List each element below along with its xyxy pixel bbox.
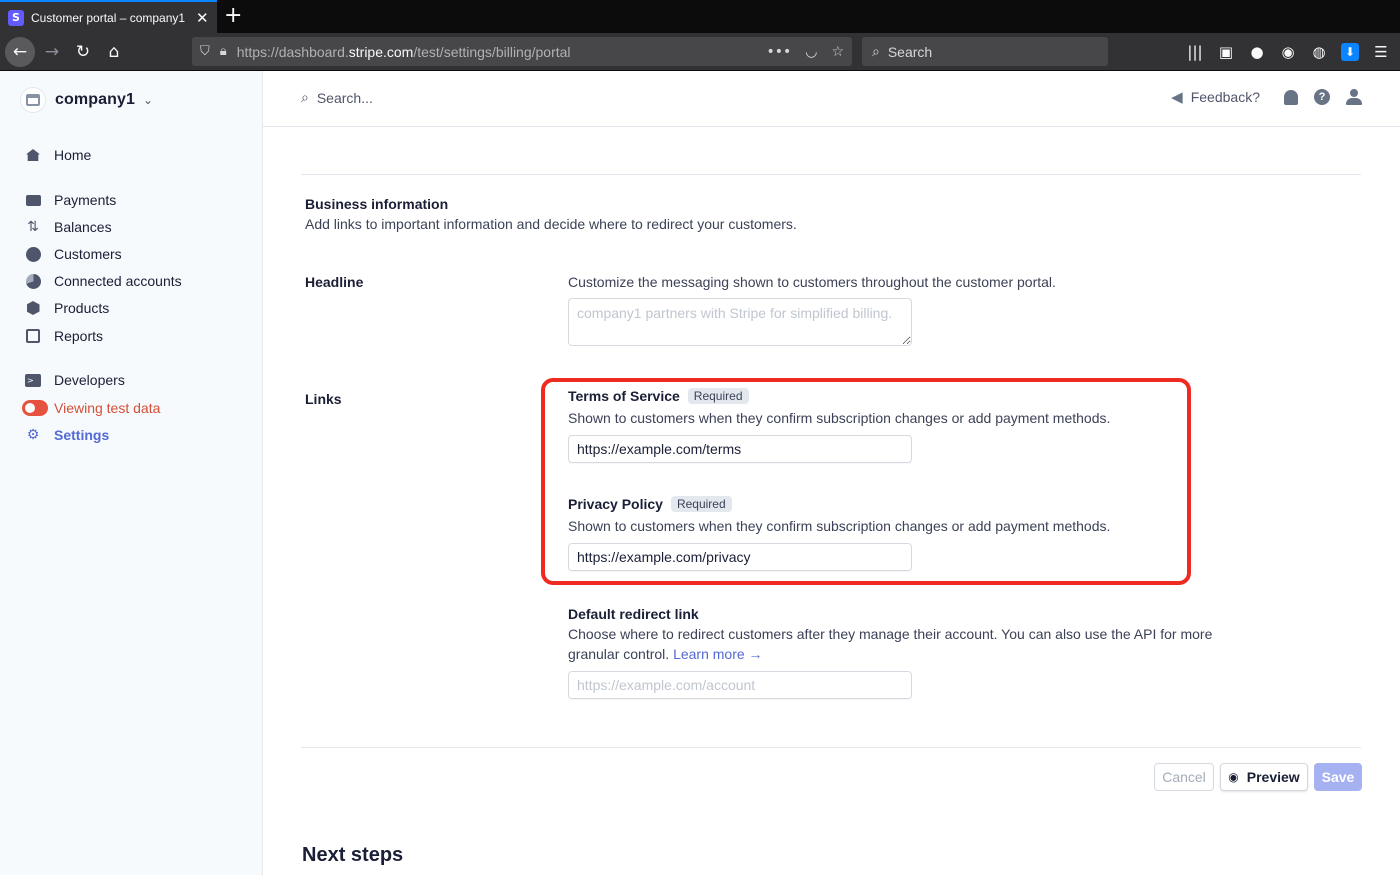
next-steps-heading: Next steps xyxy=(302,844,404,866)
preview-button[interactable]: ◉ Preview xyxy=(1220,763,1308,791)
shield-icon[interactable]: ⛉ xyxy=(200,44,210,59)
home-icon xyxy=(26,149,40,161)
stripe-favicon-icon: S xyxy=(8,9,24,26)
highlight-box xyxy=(541,378,1191,585)
sidebar-item-label: Developers xyxy=(54,372,125,388)
browser-search-bar[interactable]: ⌕ Search xyxy=(862,37,1108,66)
bell-icon[interactable] xyxy=(1284,89,1298,105)
dashboard-search[interactable]: ⌕ Search... xyxy=(301,90,373,106)
browser-tab-active[interactable]: S Customer portal – company1 – ✕ xyxy=(0,0,217,33)
sidebar-item-home[interactable]: Home xyxy=(24,145,91,165)
sidebar-item-label: Viewing test data xyxy=(54,400,161,416)
app-top-bar: ⌕ Search... ◀ Feedback? ? xyxy=(263,71,1400,127)
feedback-button[interactable]: ◀ Feedback? xyxy=(1171,88,1260,106)
report-chart-icon xyxy=(26,329,40,343)
url-prefix: https://dashboard. xyxy=(236,43,349,60)
divider xyxy=(301,747,1361,748)
account-name: company1 xyxy=(55,91,135,108)
sidebar-item-label: Connected accounts xyxy=(54,273,182,289)
bookmark-star-icon[interactable]: ☆ xyxy=(831,44,844,60)
sidebar-toggle-icon[interactable]: ▣ xyxy=(1217,43,1235,61)
sidebar-item-payments[interactable]: Payments xyxy=(24,190,116,210)
credit-card-icon xyxy=(25,194,41,206)
redirect-title: Default redirect link xyxy=(568,606,699,622)
browser-nav-bar: ← → ↻ ⌂ ⛉ 🔒︎ https://dashboard.stripe.co… xyxy=(0,33,1400,71)
learn-more-link[interactable]: Learn more → xyxy=(673,646,762,662)
library-icon[interactable]: ||| xyxy=(1186,43,1204,61)
sidebar-item-label: Payments xyxy=(54,192,117,208)
preview-label: Preview xyxy=(1246,769,1300,785)
terminal-icon: > xyxy=(25,373,41,387)
sidebar-item-label: Products xyxy=(54,300,110,316)
divider xyxy=(301,174,1361,175)
sidebar-item-customers[interactable]: Customers xyxy=(24,244,122,264)
extension-globe-icon[interactable]: ◍ xyxy=(1310,43,1328,61)
connected-accounts-icon xyxy=(25,273,41,289)
url-domain: stripe.com xyxy=(348,43,414,60)
sidebar-item-label: Settings xyxy=(54,427,110,443)
chevron-down-icon: ⌄ xyxy=(142,93,154,107)
sidebar-item-developers[interactable]: > Developers xyxy=(24,370,125,390)
box-icon xyxy=(26,301,40,315)
user-icon[interactable] xyxy=(1346,89,1362,105)
more-actions-icon[interactable]: ••• xyxy=(766,44,791,60)
redirect-url-input[interactable] xyxy=(568,671,912,699)
url-bar[interactable]: ⛉ 🔒︎ https://dashboard.stripe.com/test/s… xyxy=(192,37,852,66)
eye-icon: ◉ xyxy=(1228,770,1239,784)
sidebar-item-label: Balances xyxy=(54,219,112,235)
url-path: /test/settings/billing/portal xyxy=(413,43,571,60)
forward-arrow-icon[interactable]: → xyxy=(37,37,67,67)
cancel-button[interactable]: Cancel xyxy=(1154,763,1214,791)
back-arrow-icon[interactable]: ← xyxy=(5,37,35,67)
sidebar-item-test-data[interactable]: Viewing test data xyxy=(22,398,161,418)
account-switcher[interactable]: company1 ⌄ xyxy=(20,87,153,113)
download-icon[interactable]: ⬇ xyxy=(1341,43,1359,61)
dashboard-search-label: Search... xyxy=(316,90,373,106)
menu-hamburger-icon[interactable]: ☰ xyxy=(1372,43,1390,61)
search-icon: ⌕ xyxy=(872,43,880,60)
sidebar-item-connected-accounts[interactable]: Connected accounts xyxy=(24,271,182,291)
sidebar-item-reports[interactable]: Reports xyxy=(24,326,103,346)
close-tab-icon[interactable]: ✕ xyxy=(196,9,209,27)
arrows-up-down-icon: ⇅ xyxy=(27,219,39,235)
save-button[interactable]: Save xyxy=(1314,763,1362,791)
sidebar-item-label: Customers xyxy=(54,246,122,262)
person-circle-icon xyxy=(25,246,41,262)
sidebar-item-balances[interactable]: ⇅ Balances xyxy=(24,217,112,237)
business-info-description: Add links to important information and d… xyxy=(305,216,797,232)
store-icon xyxy=(20,87,46,113)
account-circle-icon[interactable]: ◉ xyxy=(1279,43,1297,61)
home-icon[interactable]: ⌂ xyxy=(99,37,129,67)
help-icon[interactable]: ? xyxy=(1314,89,1330,105)
browser-search-placeholder: Search xyxy=(887,43,933,60)
feedback-label: Feedback? xyxy=(1190,89,1260,105)
headline-label: Headline xyxy=(305,274,364,290)
redirect-description-text: Choose where to redirect customers after… xyxy=(568,626,1213,662)
headline-description: Customize the messaging shown to custome… xyxy=(568,274,1056,290)
sidebar-item-products[interactable]: Products xyxy=(24,298,109,318)
pocket-icon[interactable]: ◡ xyxy=(805,44,817,60)
main-content: Business information Add links to import… xyxy=(263,127,1400,875)
business-info-title: Business information xyxy=(305,196,449,212)
links-label: Links xyxy=(305,391,342,407)
megaphone-icon: ◀ xyxy=(1171,88,1183,106)
headline-textarea[interactable] xyxy=(568,298,912,346)
gear-icon: ⚙ xyxy=(26,427,40,443)
new-tab-icon[interactable]: + xyxy=(224,3,242,28)
search-icon: ⌕ xyxy=(301,90,309,106)
browser-tab-bar: S Customer portal – company1 – ✕ + xyxy=(0,0,1400,33)
test-mode-toggle[interactable] xyxy=(22,400,48,416)
sidebar-item-label: Home xyxy=(54,147,92,163)
reload-icon[interactable]: ↻ xyxy=(68,37,98,67)
sidebar: company1 ⌄ Home Payments ⇅ Balances Cust… xyxy=(0,71,263,875)
sidebar-item-settings[interactable]: ⚙ Settings xyxy=(24,425,110,445)
url-text[interactable]: https://dashboard.stripe.com/test/settin… xyxy=(237,44,767,60)
redirect-description: Choose where to redirect customers after… xyxy=(568,624,1238,664)
extension-color-icon[interactable]: ● xyxy=(1248,43,1266,61)
tab-title: Customer portal – company1 – xyxy=(31,10,186,25)
sidebar-item-label: Reports xyxy=(54,328,104,344)
lock-icon: 🔒︎ xyxy=(219,44,227,59)
